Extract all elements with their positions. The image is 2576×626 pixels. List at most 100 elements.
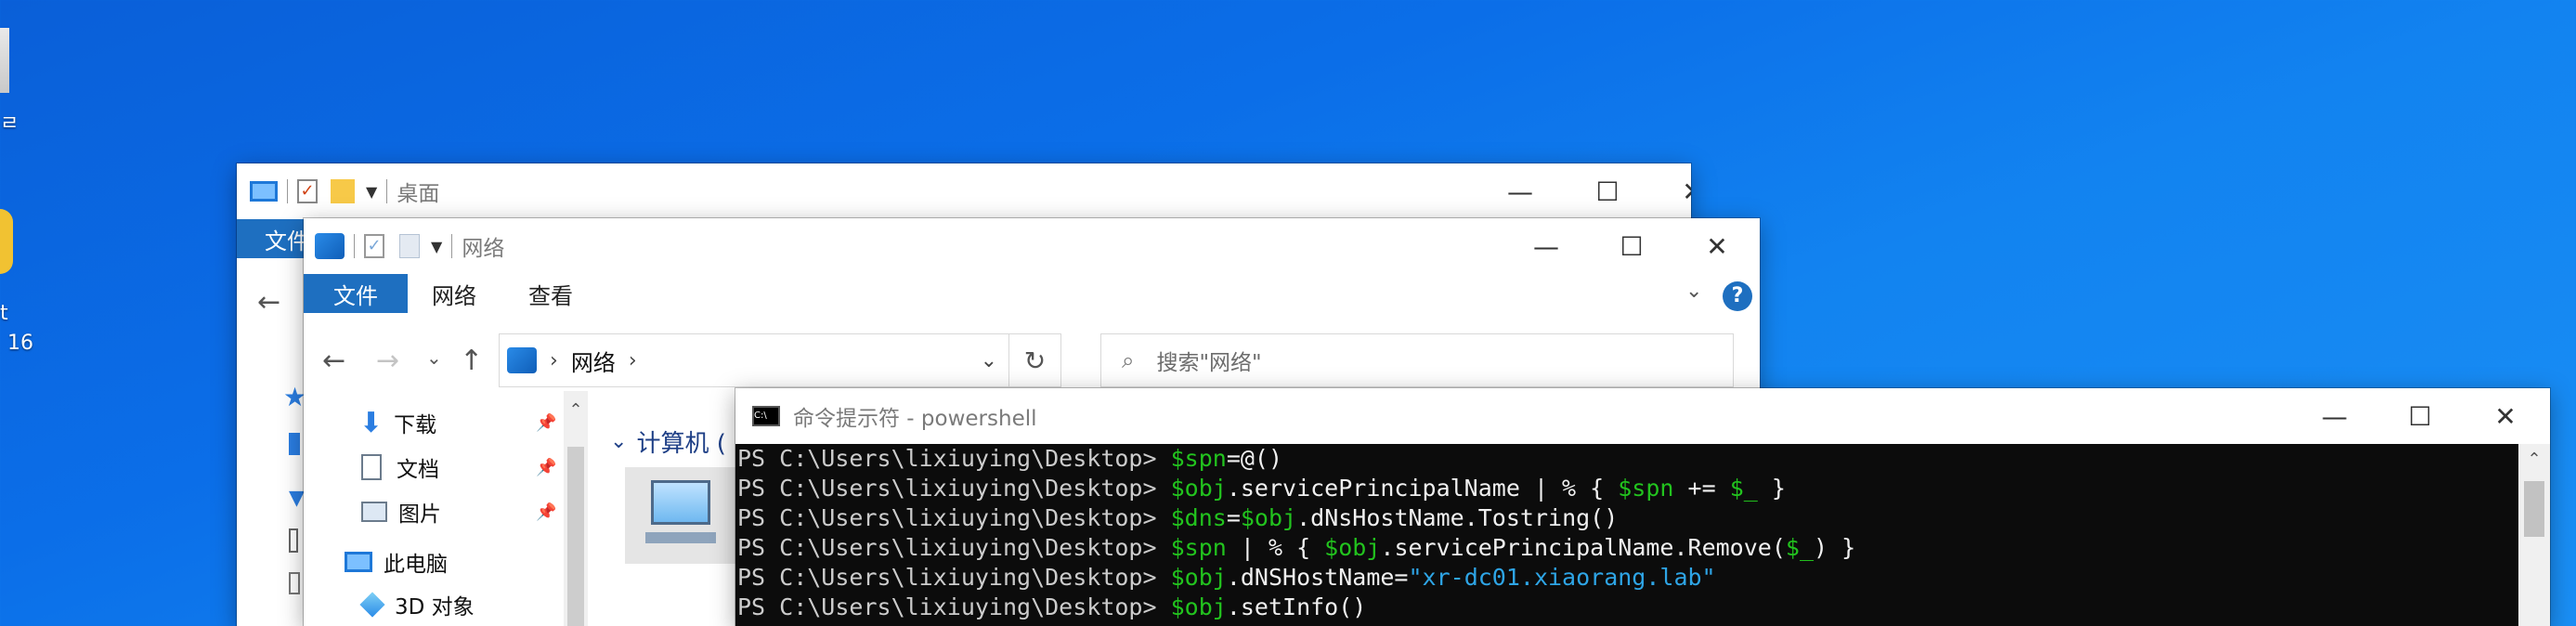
- close-button[interactable]: ✕: [1650, 163, 1691, 219]
- this-pc-icon: [345, 552, 372, 572]
- sidebar-scrollbar[interactable]: ⌃: [564, 391, 588, 626]
- console-prompt: PS C:\Users\lixiuying\Desktop>: [737, 593, 1171, 620]
- group-header[interactable]: ⌄ 计算机 (: [610, 424, 726, 459]
- maximize-button[interactable]: ☐: [1565, 163, 1650, 219]
- sidebar-item-label: 下载: [394, 413, 437, 437]
- console-token: +=: [1673, 475, 1730, 502]
- checkbox-icon[interactable]: ✓: [297, 179, 318, 203]
- sidebar-item-label: 3D 对象: [395, 595, 475, 619]
- sidebar-item-label: 此电脑: [384, 553, 448, 577]
- scroll-up-icon[interactable]: ⌃: [564, 391, 588, 420]
- console-prompt: PS C:\Users\lixiuying\Desktop>: [737, 445, 1171, 472]
- cmd-icon: C:\: [752, 406, 780, 426]
- sidebar-item-label: 图片: [398, 502, 441, 527]
- console-token: $dns: [1170, 504, 1227, 531]
- computer-stand-icon: [645, 532, 716, 543]
- console-token: $obj: [1324, 534, 1381, 561]
- ribbon-expand-chevron-icon[interactable]: ⌄: [1685, 280, 1702, 303]
- chevron-down-icon[interactable]: ▼: [431, 238, 442, 255]
- maximize-button[interactable]: ☐: [1589, 218, 1674, 274]
- sidebar-item-downloads[interactable]: ⬇ 下载 📌: [304, 400, 556, 445]
- console-token: $obj: [1170, 593, 1227, 620]
- nav-item-icon: [289, 433, 300, 455]
- tab-file[interactable]: 文件: [304, 274, 408, 313]
- forward-arrow-icon[interactable]: →: [376, 345, 399, 377]
- breadcrumb[interactable]: 网络: [571, 345, 616, 377]
- network-icon: [315, 233, 345, 259]
- minimize-button[interactable]: —: [1503, 218, 1589, 274]
- pictures-icon: [361, 502, 387, 522]
- sidebar-item-pictures[interactable]: 图片 📌: [304, 489, 556, 534]
- console-token: .setInfo(): [1226, 593, 1367, 620]
- console-scrollbar[interactable]: ⌃: [2518, 444, 2550, 626]
- pin-icon[interactable]: 📌: [536, 458, 556, 477]
- console-prompt: PS C:\Users\lixiuying\Desktop>: [737, 504, 1171, 531]
- scrollbar-thumb[interactable]: [2524, 481, 2544, 537]
- breadcrumb-separator-icon: ›: [628, 348, 637, 372]
- tab-view[interactable]: 查看: [501, 274, 597, 313]
- breadcrumb-separator-icon: ›: [550, 348, 558, 372]
- download-arrow-icon: ⬇: [359, 406, 384, 439]
- close-button[interactable]: ✕: [1674, 218, 1760, 274]
- checkbox-icon[interactable]: ✓: [364, 234, 384, 258]
- address-bar[interactable]: › 网络 › ⌄: [499, 333, 1009, 387]
- desktop-icon-label-2: 16: [7, 332, 33, 355]
- chevron-down-icon[interactable]: ▼: [366, 183, 377, 201]
- console-line: PS C:\Users\lixiuying\Desktop> $obj.setI…: [737, 593, 2518, 622]
- back-arrow-icon[interactable]: ←: [257, 286, 280, 319]
- console-output[interactable]: PS C:\Users\lixiuying\Desktop> $spn=@() P…: [735, 444, 2518, 626]
- desktop-icon-label-partial: ㄹ: [0, 112, 20, 136]
- sidebar-item-documents[interactable]: 文档 📌: [304, 445, 556, 489]
- console-token: $_: [1785, 534, 1814, 561]
- blank-page-icon[interactable]: [399, 234, 420, 258]
- window-title: 网络: [462, 237, 505, 261]
- sidebar-item-this-pc[interactable]: 此电脑: [304, 540, 527, 584]
- help-icon[interactable]: ?: [1723, 281, 1752, 311]
- network-icon: [507, 347, 537, 373]
- scrollbar-thumb[interactable]: [567, 447, 584, 626]
- scroll-up-icon[interactable]: ⌃: [2518, 444, 2550, 469]
- console-token: .dNsHostName.Tostring(): [1296, 504, 1619, 531]
- console-token: .servicePrincipalName.Remove(: [1380, 534, 1786, 561]
- search-placeholder: 搜索"网络": [1156, 351, 1262, 375]
- pin-icon[interactable]: 📌: [536, 413, 556, 433]
- console-token: =@(): [1226, 445, 1283, 472]
- desktop-icon-app[interactable]: [0, 209, 13, 274]
- console-token: $obj: [1240, 504, 1297, 531]
- minimize-button[interactable]: —: [2292, 388, 2377, 444]
- minimize-button[interactable]: —: [1477, 163, 1563, 219]
- folder-icon[interactable]: [331, 179, 355, 203]
- refresh-button[interactable]: ↻: [1009, 333, 1061, 387]
- desktop-icon-label-1: t: [0, 302, 8, 325]
- address-dropdown-icon[interactable]: ⌄: [981, 349, 997, 372]
- collapse-chevron-icon[interactable]: ⌄: [610, 430, 627, 453]
- console-line: PS C:\Users\lixiuying\Desktop> $dns=$obj…: [737, 503, 2518, 533]
- desktop-icon-folder[interactable]: [0, 28, 9, 93]
- pin-icon[interactable]: 📌: [536, 502, 556, 522]
- computer-icon: [651, 480, 710, 525]
- close-button[interactable]: ✕: [2463, 388, 2548, 444]
- back-arrow-icon[interactable]: ←: [322, 345, 345, 377]
- console-token: $obj: [1170, 475, 1227, 502]
- computer-item[interactable]: [625, 467, 736, 564]
- maximize-button[interactable]: ☐: [2377, 388, 2463, 444]
- console-line: PS C:\Users\lixiuying\Desktop> $spn | % …: [737, 533, 2518, 563]
- search-input[interactable]: ⌕ 搜索"网络": [1100, 333, 1734, 387]
- console-prompt: PS C:\Users\lixiuying\Desktop>: [737, 534, 1171, 561]
- console-token: =: [1226, 504, 1241, 531]
- ribbon-tabs: 文件 网络 查看: [304, 274, 597, 313]
- tab-network[interactable]: 网络: [408, 274, 501, 313]
- search-icon: ⌕: [1122, 347, 1135, 373]
- window-title: 命令提示符 - powershell: [793, 407, 1037, 431]
- console-token: $_: [1729, 475, 1758, 502]
- console-token: .dNSHostName=: [1226, 564, 1409, 591]
- nav-item-icon: [289, 572, 300, 594]
- sidebar-item-label: 文档: [397, 458, 439, 482]
- powershell-window[interactable]: C:\ 命令提示符 - powershell — ☐ ✕ PS C:\Users…: [735, 388, 2550, 626]
- sidebar-item-3d-objects[interactable]: 3D 对象: [304, 582, 527, 626]
- nav-item-icon: ▼: [289, 487, 305, 510]
- up-arrow-icon[interactable]: ↑: [460, 345, 483, 377]
- recent-chevron-icon[interactable]: ⌄: [426, 346, 442, 369]
- navigation-pane: ⬇ 下载 📌 文档 📌 图片 📌 此电脑 3D 对象: [304, 391, 564, 626]
- console-token: $spn: [1170, 445, 1227, 472]
